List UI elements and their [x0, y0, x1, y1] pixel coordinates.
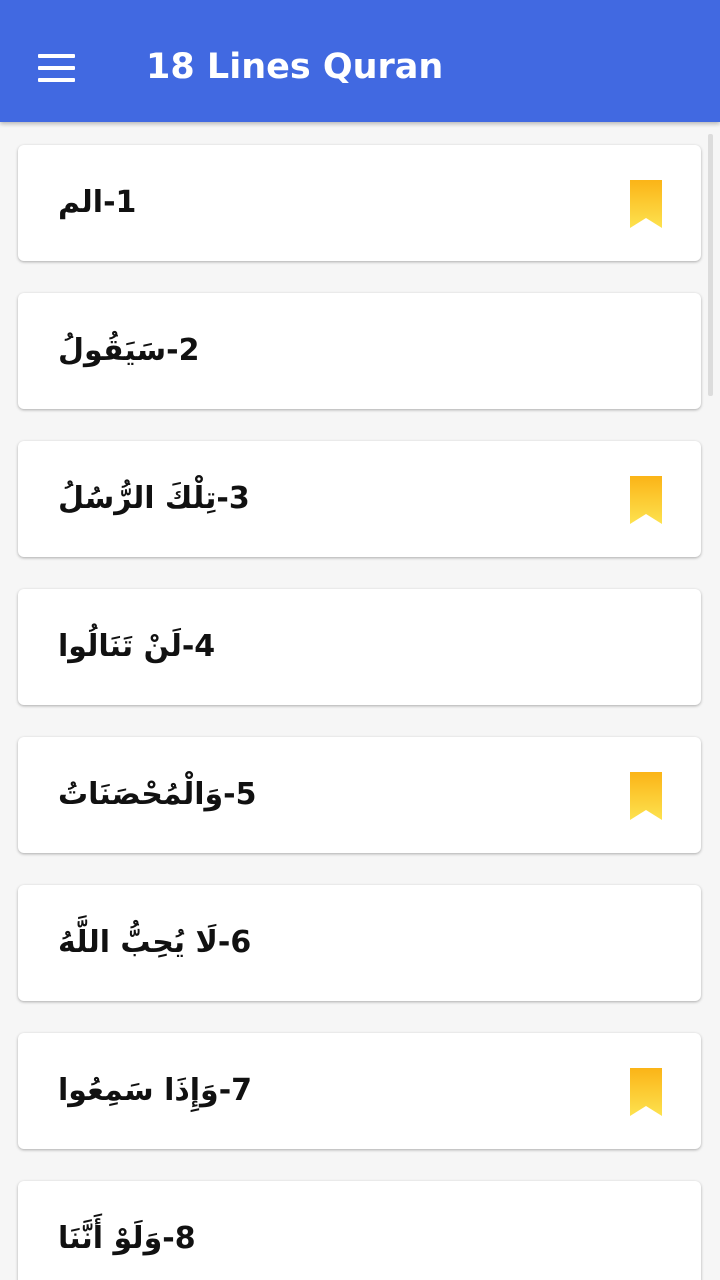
- para-label: 4-لَنْ تَنَالُوا: [58, 629, 216, 664]
- para-list[interactable]: 1-الم 2-سَيَقُولُ 3-تِلْكَ الرُّسُلُ 4-ل…: [0, 122, 720, 1280]
- list-item-para-1[interactable]: 1-الم: [18, 145, 701, 261]
- list-item-para-7[interactable]: 7-وَإِذَا سَمِعُوا: [18, 1033, 701, 1149]
- para-label: 8-وَلَوْ أَنَّنَا: [58, 1221, 196, 1256]
- list-item-para-2[interactable]: 2-سَيَقُولُ: [18, 293, 701, 409]
- list-item-para-3[interactable]: 3-تِلْكَ الرُّسُلُ: [18, 441, 701, 557]
- hamburger-menu-icon-bar: [38, 78, 75, 82]
- para-label: 1-الم: [58, 185, 137, 220]
- list-item-para-8[interactable]: 8-وَلَوْ أَنَّنَا: [18, 1181, 701, 1280]
- para-label: 5-وَالْمُحْصَنَاتُ: [58, 777, 257, 812]
- para-label: 6-لَا يُحِبُّ اللَّهُ: [58, 925, 252, 960]
- bookmark-icon[interactable]: [628, 770, 664, 822]
- hamburger-menu-icon: [38, 54, 75, 58]
- para-label: 3-تِلْكَ الرُّسُلُ: [58, 481, 250, 516]
- bookmark-icon[interactable]: [628, 1066, 664, 1118]
- bookmark-icon[interactable]: [628, 178, 664, 230]
- app-bar: 18 Lines Quran: [0, 0, 720, 122]
- list-item-para-4[interactable]: 4-لَنْ تَنَالُوا: [18, 589, 701, 705]
- list-item-para-6[interactable]: 6-لَا يُحِبُّ اللَّهُ: [18, 885, 701, 1001]
- list-item-para-5[interactable]: 5-وَالْمُحْصَنَاتُ: [18, 737, 701, 853]
- para-label: 7-وَإِذَا سَمِعُوا: [58, 1073, 253, 1108]
- bookmark-icon[interactable]: [628, 474, 664, 526]
- hamburger-menu-icon-bar: [38, 66, 75, 70]
- list-scrollbar[interactable]: [708, 134, 713, 396]
- para-label: 2-سَيَقُولُ: [58, 333, 200, 368]
- menu-button[interactable]: [24, 34, 88, 98]
- app-title: 18 Lines Quran: [146, 47, 444, 87]
